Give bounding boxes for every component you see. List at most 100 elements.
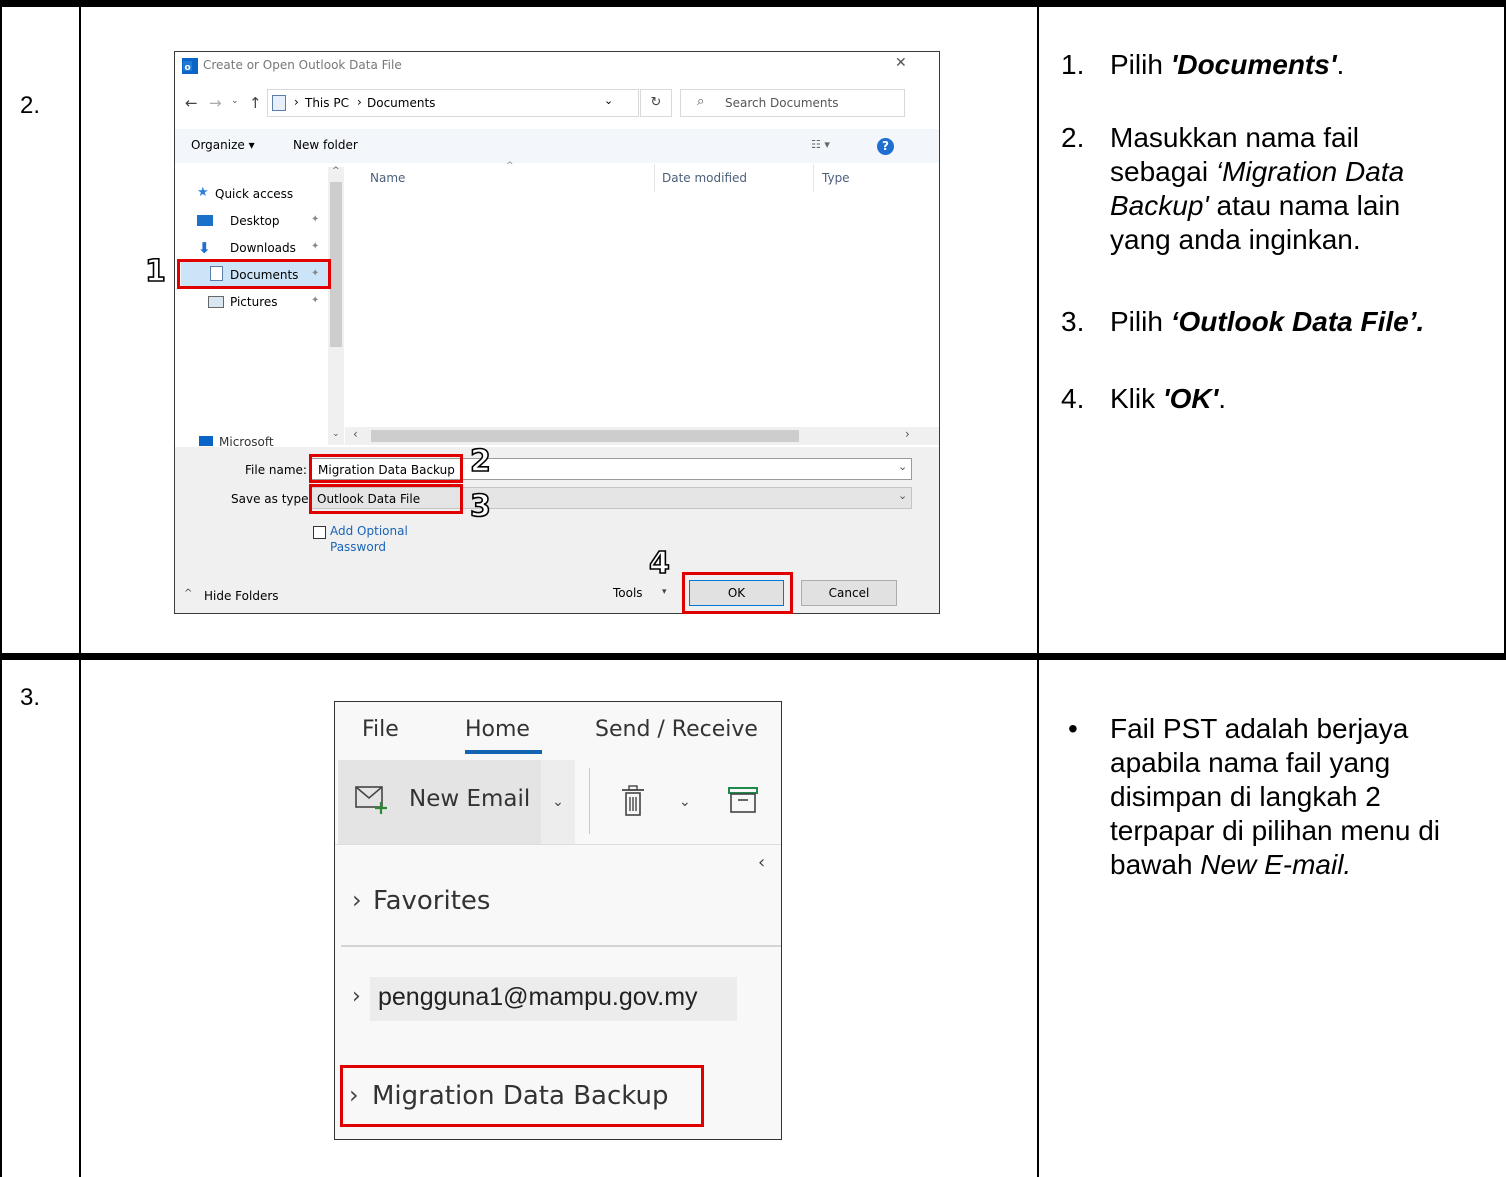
help-icon[interactable]: ? [877,138,894,155]
refresh-icon[interactable]: ↻ [640,89,672,117]
nav-quick-access[interactable]: Quick access [215,187,293,201]
instruction-text: 'Documents' [1170,49,1337,80]
instruction-text: Pilih [1110,49,1171,80]
search-placeholder: Search Documents [725,96,839,110]
instruction-line: Backup' atau nama lain [1110,189,1400,223]
instruction-text: atau nama lain [1208,190,1401,221]
view-options-icon[interactable]: ☷ ▾ [811,138,830,151]
search-icon: ⌕ [697,94,705,109]
delete-dropdown-icon[interactable]: ⌄ [679,794,691,810]
nav-pictures[interactable]: Pictures [230,295,278,309]
back-arrow-icon[interactable]: ← [185,94,198,112]
favorites-chevron-icon[interactable]: › [352,886,362,914]
callout-3: 3 [469,489,491,524]
scroll-right-icon[interactable]: › [905,427,910,441]
instruction-line: Pilih 'Documents'. [1110,48,1344,82]
pin-icon: ✦ [311,241,320,252]
instruction-text: ‘Migration Data [1215,156,1405,187]
tab-file[interactable]: File [362,717,399,742]
instruction-text: bawah [1110,849,1201,880]
scroll-up-icon[interactable]: ^ [332,166,340,176]
forward-arrow-icon[interactable]: → [209,94,222,112]
save-as-type-label: Save as type: [231,492,313,506]
instruction-line: Fail PST adalah berjaya [1110,712,1408,746]
up-arrow-icon[interactable]: ↑ [249,94,262,112]
scroll-down-icon[interactable]: ⌄ [332,429,340,439]
table-col-divider-1 [79,0,81,1177]
dialog-title: Create or Open Outlook Data File [203,58,402,72]
tools-button[interactable]: Tools [613,586,643,600]
tab-home-underline [465,750,542,754]
scroll-left-icon[interactable]: ‹ [353,427,358,441]
search-documents-input[interactable]: ⌕ Search Documents [680,89,905,117]
recent-locations-chevron-icon[interactable]: ⌄ [231,96,239,106]
new-email-dropdown-icon[interactable]: ⌄ [541,760,575,844]
new-folder-button[interactable]: New folder [293,138,358,152]
pin-icon: ✦ [311,214,320,225]
nav-downloads[interactable]: Downloads [230,241,296,255]
instruction-line: terpapar di pilihan menu di [1110,814,1440,848]
svg-text:o: o [185,63,191,73]
collapse-pane-icon[interactable]: ‹ [758,852,765,873]
address-dropdown-icon[interactable]: ⌄ [604,94,613,107]
instruction-text: . [1218,383,1227,414]
instruction-number: 1. [1061,49,1085,80]
instruction-text: ‘Outlook Data File’. [1170,306,1425,337]
nav-microsoft-outlook[interactable]: Microsoft Outlook [219,435,324,446]
outlook-folder-icon [199,436,213,446]
breadcrumb-this-pc[interactable]: This PC [305,96,349,110]
create-outlook-data-file-dialog: o Create or Open Outlook Data File ✕ ← →… [174,51,940,614]
hide-folders-chevron-icon[interactable]: ^ [184,588,192,599]
callout-2: 2 [469,444,491,479]
address-bar[interactable]: › This PC › Documents ⌄ [267,89,639,117]
nav-scrollbar-thumb[interactable] [330,182,342,347]
tools-dropdown-icon[interactable]: ▾ [662,587,667,597]
instruction-text: Pilih [1110,306,1171,337]
folder-favorites[interactable]: Favorites [373,886,490,916]
close-icon[interactable]: ✕ [895,55,907,71]
cancel-button[interactable]: Cancel [801,580,897,606]
add-password-link-line1[interactable]: Add Optional [330,524,408,538]
instruction-line: Masukkan nama fail [1110,121,1359,155]
new-email-icon [355,785,389,819]
step-number: 3. [20,684,41,711]
add-password-checkbox[interactable] [313,526,326,539]
table-row-divider [0,653,1506,660]
breadcrumb-separator: › [294,95,299,109]
folder-pane-divider [341,945,781,947]
downloads-arrow-icon: ⬇ [198,239,211,257]
step-number: 2. [20,92,41,119]
instruction-text: Backup' [1110,190,1209,221]
file-name-label: File name: [245,463,307,477]
breadcrumb-documents[interactable]: Documents [367,96,435,110]
folder-account-email[interactable]: pengguna1@mampu.gov.my [378,983,698,1012]
nav-desktop[interactable]: Desktop [230,214,280,228]
breadcrumb-separator: › [357,95,362,109]
column-header-type[interactable]: Type [822,171,850,185]
account-chevron-icon[interactable]: › [352,984,361,1009]
add-password-link-line2[interactable]: Password [330,540,386,554]
instruction-text: New E-mail. [1200,849,1352,880]
instruction-text: yang anda inginkan. [1110,224,1361,255]
organize-button[interactable]: Organize ▾ [191,138,255,152]
highlight-ok-button [682,572,793,614]
save-type-dropdown-icon[interactable]: ⌄ [898,489,907,502]
column-header-date-modified[interactable]: Date modified [662,171,747,185]
instruction-text: 'OK' [1162,383,1219,414]
pin-icon: ✦ [311,295,320,306]
highlight-documents [177,259,331,289]
tab-send-receive[interactable]: Send / Receive [595,717,758,742]
column-header-name[interactable]: Name [370,171,405,185]
file-name-dropdown-icon[interactable]: ⌄ [898,460,907,473]
archive-icon[interactable] [728,786,758,818]
hide-folders-button[interactable]: Hide Folders [204,589,279,603]
callout-1: 1 [144,254,166,289]
delete-icon[interactable] [620,785,646,821]
table-left-border [0,0,2,1177]
instruction-line: Pilih ‘Outlook Data File’. [1110,305,1424,339]
ribbon-separator [589,768,590,834]
horizontal-scrollbar-thumb[interactable] [371,430,799,442]
instruction-text: terpapar di pilihan menu di [1110,815,1440,846]
instruction-text: . [1336,49,1345,80]
tab-home[interactable]: Home [465,717,530,742]
